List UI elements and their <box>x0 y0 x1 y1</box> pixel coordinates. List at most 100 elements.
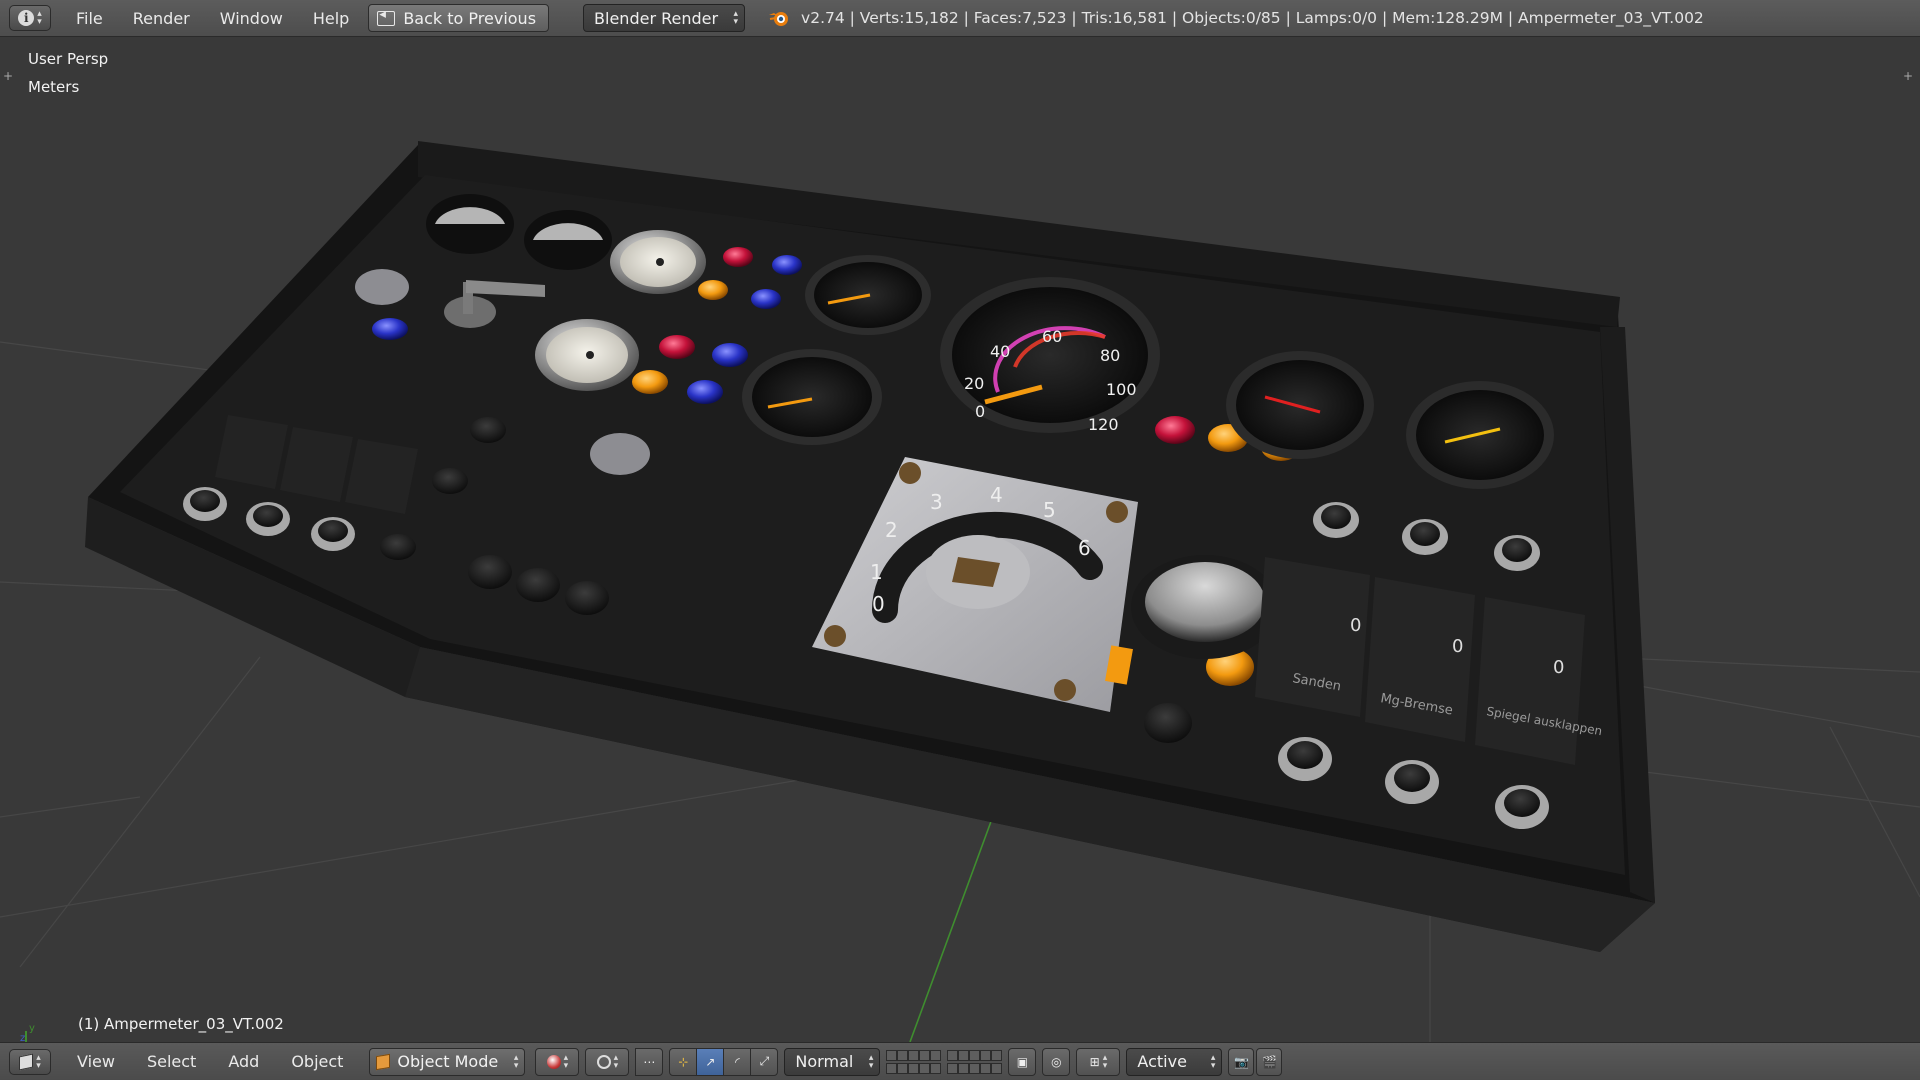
pivot-point-select[interactable]: ▴ ▾ <box>585 1047 630 1076</box>
layer-cell[interactable] <box>930 1049 942 1061</box>
editor-type-selector[interactable]: i ▴ ▾ <box>9 5 51 31</box>
back-to-previous-button[interactable]: Back to Previous <box>368 4 550 32</box>
render-still-button[interactable]: 📷 <box>1228 1047 1255 1076</box>
interaction-mode-select[interactable]: Object Mode ▴ ▾ <box>369 1047 526 1076</box>
menu-window[interactable]: Window <box>205 9 298 28</box>
back-icon <box>377 7 396 26</box>
dial-6: 6 <box>1078 536 1091 560</box>
layer-cell[interactable] <box>930 1062 942 1074</box>
layer-cell[interactable] <box>958 1049 970 1061</box>
dial-5: 5 <box>1043 498 1056 522</box>
layer-cell[interactable] <box>969 1049 981 1061</box>
interaction-mode-label: Object Mode <box>397 1052 499 1071</box>
rotate-arc-icon: ◜ <box>735 1054 740 1069</box>
switch-state-0: 0 <box>1350 615 1361 636</box>
rotate-manipulator-button[interactable]: ◜ <box>723 1047 752 1076</box>
camera-icon: 📷 <box>1233 1054 1249 1069</box>
snap-element-select[interactable]: ⊞ ▴ ▾ <box>1076 1047 1121 1076</box>
speedo-60: 60 <box>1042 327 1062 346</box>
menu-select[interactable]: Select <box>131 1052 212 1071</box>
lock-camera-button[interactable]: ▣ <box>1008 1047 1037 1076</box>
region-toggle-left-icon[interactable]: + <box>2 69 14 83</box>
updown-arrows-icon: ▴ ▾ <box>868 1052 874 1071</box>
region-toggle-right-icon[interactable]: + <box>1902 69 1914 83</box>
updown-arrows-icon: ▴ ▾ <box>563 1052 569 1071</box>
layer-cell[interactable] <box>958 1062 970 1074</box>
menu-help[interactable]: Help <box>298 9 364 28</box>
updown-arrows-icon: ▴ ▾ <box>513 1052 519 1071</box>
menu-render[interactable]: Render <box>118 9 205 28</box>
lock-layers-icon: ▣ <box>1016 1054 1029 1069</box>
menu-view[interactable]: View <box>61 1052 131 1071</box>
center-points-icon: ⋯ <box>643 1054 656 1069</box>
shading-solid-icon <box>546 1054 561 1069</box>
menu-object[interactable]: Object <box>275 1052 359 1071</box>
layer-cell[interactable] <box>991 1062 1003 1074</box>
speedo-120: 120 <box>1088 415 1119 434</box>
layer-cell[interactable] <box>886 1049 898 1061</box>
snap-target-label: Active <box>1137 1052 1187 1071</box>
3d-view-icon <box>19 1053 34 1070</box>
dial-2: 2 <box>885 518 898 542</box>
transform-orientation-select[interactable]: Normal ▴ ▾ <box>784 1047 881 1076</box>
back-to-previous-label: Back to Previous <box>403 8 537 28</box>
scale-icon: ⤢ <box>759 1054 770 1068</box>
clapperboard-icon: 🎬 <box>1261 1054 1277 1069</box>
info-icon: i <box>18 10 35 26</box>
viewport-shading-select[interactable]: ▴ ▾ <box>535 1047 580 1076</box>
layer-buttons-group-1[interactable] <box>886 1049 942 1074</box>
speedometer: 0 20 40 60 80 100 120 <box>940 277 1160 434</box>
speedo-20: 20 <box>964 374 984 393</box>
dial-1: 1 <box>870 560 883 584</box>
layer-cell[interactable] <box>980 1049 992 1061</box>
active-object-label: (1) Ampermeter_03_VT.002 <box>78 1015 284 1033</box>
axis-y-label: y <box>29 1023 35 1034</box>
scene-render: 0 20 40 60 80 100 120 0 1 2 3 4 5 6 Sand… <box>0 141 1920 1042</box>
translate-manipulator-button[interactable]: ↗ <box>696 1047 725 1076</box>
render-animation-button[interactable]: 🎬 <box>1256 1047 1283 1076</box>
layer-buttons-group-2[interactable] <box>947 1049 1003 1074</box>
3d-viewport[interactable]: 0 20 40 60 80 100 120 0 1 2 3 4 5 6 Sand… <box>0 37 1920 1042</box>
render-engine-select[interactable]: Blender Render ▴ ▾ <box>583 4 746 32</box>
updown-arrows-icon: ▴ ▾ <box>1210 1052 1216 1071</box>
axis-z-label: z <box>20 1033 25 1042</box>
switch-state-0c: 0 <box>1553 657 1564 678</box>
menu-add[interactable]: Add <box>212 1052 275 1071</box>
proportional-edit-icon: ◎ <box>1051 1054 1062 1069</box>
layer-cell[interactable] <box>969 1062 981 1074</box>
snap-target-select[interactable]: Active ▴ ▾ <box>1126 1047 1223 1076</box>
updown-arrows-icon: ▴ ▾ <box>733 9 739 27</box>
scale-manipulator-button[interactable]: ⤢ <box>750 1047 779 1076</box>
layer-cell[interactable] <box>897 1062 909 1074</box>
speedo-0: 0 <box>975 402 985 421</box>
layer-cell[interactable] <box>947 1062 959 1074</box>
pivot-point-icon <box>596 1054 611 1069</box>
dial-4: 4 <box>990 483 1003 507</box>
updown-arrows-icon: ▴ ▾ <box>36 1052 41 1071</box>
updown-arrows-icon: ▴ ▾ <box>37 9 42 27</box>
render-engine-label: Blender Render <box>594 8 719 28</box>
menu-file[interactable]: File <box>61 9 118 28</box>
updown-arrows-icon: ▴ ▾ <box>613 1052 619 1071</box>
manipulator-icon: ⊹ <box>678 1054 689 1069</box>
layer-cell[interactable] <box>908 1049 920 1061</box>
updown-arrows-icon: ▴ ▾ <box>1102 1052 1108 1071</box>
bottom-header: ▴ ▾ View Select Add Object Object Mode ▴ ▾… <box>0 1042 1920 1080</box>
speedo-80: 80 <box>1100 346 1120 365</box>
layer-cell[interactable] <box>886 1062 898 1074</box>
proportional-editing-button[interactable]: ◎ <box>1042 1047 1071 1076</box>
layer-cell[interactable] <box>991 1049 1003 1061</box>
viewport-editor-type-selector[interactable]: ▴ ▾ <box>9 1048 51 1075</box>
layer-cell[interactable] <box>897 1049 909 1061</box>
scene-stats: v2.74 | Verts:15,182 | Faces:7,523 | Tri… <box>801 9 1704 27</box>
speedo-100: 100 <box>1106 380 1137 399</box>
layer-cell[interactable] <box>919 1062 931 1074</box>
layer-cell[interactable] <box>980 1062 992 1074</box>
layer-cell[interactable] <box>947 1049 959 1061</box>
manipulate-center-points-button[interactable]: ⋯ <box>635 1047 664 1076</box>
layer-cell[interactable] <box>919 1049 931 1061</box>
manipulator-toggle-button[interactable]: ⊹ <box>669 1047 698 1076</box>
translate-arrow-icon: ↗ <box>705 1054 716 1069</box>
transform-orientation-label: Normal <box>795 1052 854 1071</box>
layer-cell[interactable] <box>908 1062 920 1074</box>
